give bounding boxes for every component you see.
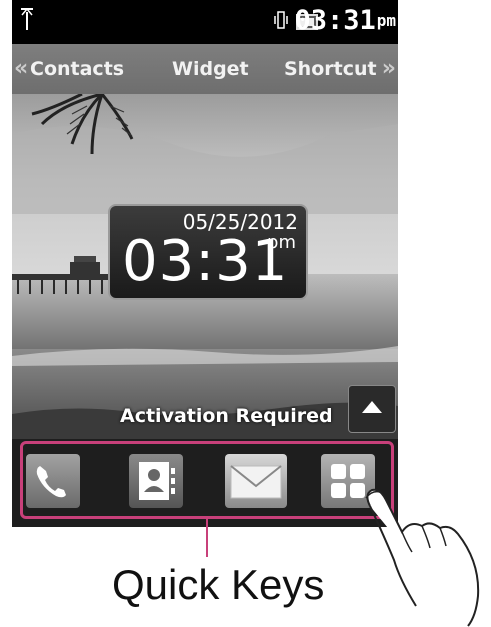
status-time: 03:31pm	[294, 6, 396, 36]
quick-keys-callout-label: Quick Keys	[112, 561, 325, 608]
quick-keys-highlight	[20, 441, 394, 519]
home-tab-bar: « Contacts Widget Shortcut »	[12, 44, 398, 94]
triangle-up-icon	[362, 401, 382, 413]
clock-ampm: pm	[267, 232, 296, 253]
status-time-value: 03:31	[294, 5, 376, 36]
activation-required-label: Activation Required	[120, 405, 333, 427]
clock-widget[interactable]: 05/25/2012 03:31 pm	[108, 204, 308, 300]
tab-contacts[interactable]: Contacts	[30, 44, 124, 94]
tab-left-arrow-icon[interactable]: «	[14, 44, 28, 94]
clock-time: 03:31	[122, 229, 289, 294]
callout-line	[206, 519, 208, 557]
scroll-up-button[interactable]	[348, 385, 396, 433]
tab-widget[interactable]: Widget	[172, 44, 249, 94]
tab-shortcut[interactable]: Shortcut	[284, 44, 377, 94]
status-ampm: pm	[376, 11, 396, 30]
signal-icon	[21, 8, 33, 30]
status-bar: 03:31pm	[12, 0, 398, 44]
hand-pointer-icon	[365, 488, 480, 627]
tab-right-arrow-icon[interactable]: »	[382, 44, 396, 94]
